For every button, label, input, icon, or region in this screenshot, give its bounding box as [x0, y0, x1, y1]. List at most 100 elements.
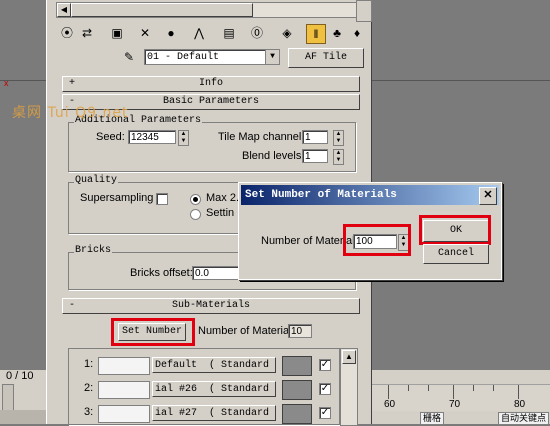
- tile-map-channel-label: Tile Map channel:: [218, 131, 305, 143]
- material-effects-icon[interactable]: ⓪: [248, 24, 266, 42]
- unique-icon[interactable]: ⋀: [190, 24, 208, 42]
- assign-material-icon[interactable]: ▣: [108, 24, 126, 42]
- bricks-offset-label: Bricks offset:: [130, 267, 193, 279]
- ruler-tick: [408, 385, 409, 391]
- number-of-materials-value: 10: [288, 324, 312, 338]
- ruler-tick: [518, 385, 519, 399]
- seed-spinner[interactable]: ▲ ▼: [178, 130, 189, 146]
- close-icon: ✕: [483, 189, 493, 201]
- material-type-button[interactable]: AF Tile: [288, 48, 364, 68]
- ruler-tick: [493, 385, 494, 391]
- get-material-icon[interactable]: ⦿: [58, 24, 76, 42]
- scroll-thumb[interactable]: [71, 3, 253, 17]
- scroll-left-button[interactable]: ◀: [57, 3, 71, 17]
- scroll-up-button[interactable]: ▲: [342, 350, 356, 364]
- close-button[interactable]: ✕: [479, 187, 497, 205]
- bricks-offset-input[interactable]: 0.0: [192, 266, 240, 280]
- ruler-label: 60: [384, 399, 396, 410]
- slot-enable-checkbox[interactable]: ✓: [319, 383, 331, 395]
- slot-enable-checkbox[interactable]: ✓: [319, 359, 331, 371]
- slot-color-swatch[interactable]: [282, 380, 312, 400]
- show-map-icon[interactable]: ◈: [278, 24, 296, 42]
- sub-material-scrollbar[interactable]: ▲: [340, 348, 358, 426]
- blend-levels-label: Blend levels:: [242, 150, 305, 162]
- slot-name-field[interactable]: [98, 405, 150, 423]
- slot-material-button[interactable]: ial #27 ( Standard ): [152, 405, 276, 421]
- rollout-title: Basic Parameters: [162, 96, 259, 107]
- show-end-result-icon[interactable]: ‖: [306, 24, 326, 44]
- slot-material-type: ( Standard ): [209, 408, 276, 419]
- timeline-ruler[interactable]: 60 70 80: [370, 384, 550, 411]
- collapse-icon: -: [69, 300, 76, 311]
- seed-label: Seed:: [96, 131, 125, 143]
- number-of-materials-label: Number of Materials:: [198, 325, 301, 337]
- slot-material-type: ( Standard ): [209, 384, 276, 395]
- status-bar: 栅格 自动关键点: [418, 412, 550, 425]
- max-radio[interactable]: [190, 194, 201, 205]
- auto-key-button[interactable]: 自动关键点: [498, 412, 550, 425]
- material-name: 01 - Default: [147, 52, 220, 63]
- slot-name-field[interactable]: [98, 357, 150, 375]
- material-name-dropdown[interactable]: 01 - Default ▼: [144, 49, 280, 65]
- blend-levels-input[interactable]: 1: [302, 149, 328, 163]
- slot-number: 1:: [84, 358, 94, 370]
- supersampling-label: Supersampling: [80, 192, 154, 204]
- ruler-tick: [428, 385, 429, 391]
- rollout-title: Info: [198, 78, 223, 89]
- rollout-title: Sub-Materials: [171, 300, 250, 311]
- material-name-row: ✎ 01 - Default ▼ AF Tile: [56, 48, 368, 68]
- time-slider-track[interactable]: [0, 410, 46, 424]
- expand-icon: +: [69, 78, 76, 89]
- frame-counter: 0 / 10: [6, 370, 34, 382]
- slot-name-field[interactable]: [98, 381, 150, 399]
- highlight-set-number: [111, 318, 195, 346]
- slot-material-button[interactable]: ial #26 ( Standard ): [152, 381, 276, 397]
- material-toolbar: ⦿ ⇄ ▣ ✕ ● ⋀ ▤ ⓪ ◈ ‖ ♣ ♦: [56, 24, 368, 46]
- chevron-down-icon[interactable]: ▼: [265, 50, 279, 64]
- time-slider-knob[interactable]: [2, 384, 14, 412]
- slot-color-swatch[interactable]: [282, 404, 312, 424]
- sample-slot-scrollbar[interactable]: [356, 0, 372, 22]
- group-title: Quality: [74, 175, 119, 186]
- viewport-grid-line: [370, 80, 550, 81]
- dialog-title-bar[interactable]: Set Number of Materials: [241, 185, 499, 205]
- go-forward-icon[interactable]: ♦: [348, 24, 366, 42]
- grid-label: 栅格: [420, 412, 445, 425]
- tile-map-channel-spinner[interactable]: ▲ ▼: [333, 130, 344, 146]
- put-to-scene-icon[interactable]: ⇄: [78, 24, 96, 42]
- slot-color-swatch[interactable]: [282, 356, 312, 376]
- ruler-tick: [388, 385, 389, 399]
- seed-input[interactable]: 12345: [128, 130, 176, 144]
- ruler-tick: [473, 385, 474, 391]
- max-label: Max 2.: [206, 192, 240, 204]
- ruler-tick: [453, 385, 454, 399]
- make-copy-icon[interactable]: ●: [162, 24, 180, 42]
- highlight-value-input: [343, 224, 411, 256]
- group-title: Bricks: [74, 245, 113, 256]
- slot-number: 2:: [84, 382, 94, 394]
- tile-map-channel-input[interactable]: 1: [302, 130, 328, 144]
- cancel-button[interactable]: Cancel: [423, 244, 489, 264]
- set-number-dialog: Set Number of Materials ✕ Number of Mate…: [238, 182, 502, 280]
- axis-label: x: [4, 78, 9, 88]
- slot-enable-checkbox[interactable]: ✓: [319, 407, 331, 419]
- slot-material-name: Default: [155, 360, 198, 371]
- info-rollout[interactable]: + Info: [62, 76, 360, 92]
- ruler-label: 70: [449, 399, 461, 410]
- watermark: 桌网 Tui Q9.net: [12, 105, 129, 121]
- ruler-label: 80: [514, 399, 526, 410]
- slot-material-name: ial #26: [155, 384, 198, 395]
- horizontal-scrollbar[interactable]: ◀: [56, 2, 358, 18]
- sub-materials-rollout[interactable]: - Sub-Materials: [62, 298, 360, 314]
- reset-icon[interactable]: ✕: [136, 24, 154, 42]
- go-to-parent-icon[interactable]: ♣: [328, 24, 346, 42]
- setting-radio[interactable]: [190, 209, 201, 220]
- supersampling-checkbox[interactable]: [156, 193, 168, 205]
- put-to-library-icon[interactable]: ▤: [220, 24, 238, 42]
- pick-material-icon[interactable]: ✎: [120, 48, 138, 66]
- slot-number: 3:: [84, 406, 94, 418]
- left-viewport[interactable]: [0, 0, 47, 370]
- blend-levels-spinner[interactable]: ▲ ▼: [333, 149, 344, 165]
- slot-material-name: ial #27: [155, 408, 198, 419]
- slot-material-button[interactable]: Default ( Standard ): [152, 357, 276, 373]
